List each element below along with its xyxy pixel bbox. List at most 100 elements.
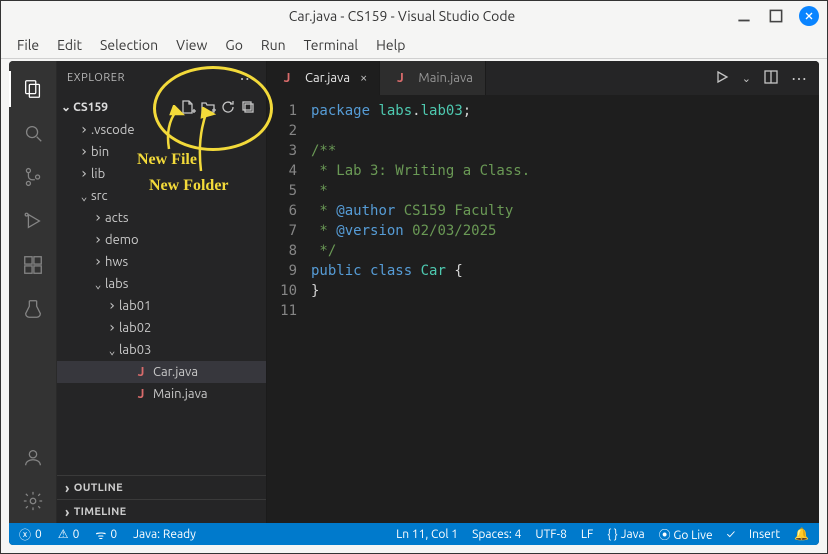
menu-terminal[interactable]: Terminal [296,35,367,55]
tree-item-label: lab03 [119,343,151,357]
tree-item-label: .vscode [91,123,135,137]
close-button[interactable] [799,6,819,26]
tree-item-label: lab01 [119,299,151,313]
menu-view[interactable]: View [168,35,215,55]
menu-go[interactable]: Go [217,35,250,55]
status-ports[interactable]: ᯤ 0 [95,526,117,543]
folder-labs[interactable]: labs [57,273,266,295]
tree-item-label: demo [105,233,139,247]
debug-activity-icon[interactable] [9,199,57,243]
tree-item-label: lab02 [119,321,151,335]
tree-item-label: lib [91,167,105,181]
status-insert[interactable]: Insert [749,528,780,541]
folder-lib[interactable]: lib [57,163,266,185]
menu-run[interactable]: Run [253,35,294,55]
settings-activity-icon[interactable] [9,479,57,523]
explorer-activity-icon[interactable] [9,67,57,111]
run-button[interactable] [714,69,730,88]
activity-bar [9,61,57,523]
tree-item-label: src [91,189,108,203]
java-file-icon: J [279,71,295,85]
run-dropdown-icon[interactable]: ⌄ [742,72,751,85]
menu-selection[interactable]: Selection [92,35,166,55]
status-java[interactable]: Java: Ready [133,528,196,541]
status-golive[interactable]: ⦿ Go Live [659,526,713,543]
folder-hws[interactable]: hws [57,251,266,273]
line-gutter: 1234567891011 [267,95,307,523]
status-bell-icon[interactable]: 🔔 [794,527,809,541]
menu-file[interactable]: File [9,35,47,55]
tree-item-label: Car.java [153,365,198,379]
chevron-down-icon[interactable] [77,190,91,203]
search-activity-icon[interactable] [9,111,57,155]
java-file-icon: J [133,365,149,379]
status-spaces[interactable]: Spaces: 4 [472,528,521,541]
chevron-right-icon[interactable] [77,122,91,138]
tab-car-java[interactable]: J Car.java × [267,61,380,95]
folder-acts[interactable]: acts [57,207,266,229]
tab-main-java[interactable]: J Main.java [380,61,486,95]
editor-more-icon[interactable]: ⋯ [791,69,807,88]
folder-lab03[interactable]: lab03 [57,339,266,361]
accounts-activity-icon[interactable] [9,435,57,479]
menu-edit[interactable]: Edit [49,35,90,55]
chevron-right-icon[interactable] [77,144,91,160]
folder-src[interactable]: src [57,185,266,207]
tree-item-label: bin [91,145,109,159]
chevron-down-icon[interactable] [61,100,71,114]
menu-help[interactable]: Help [368,35,413,55]
tab-bar: J Car.java × J Main.java ⌄ ⋯ [267,61,819,95]
explorer-more-icon[interactable]: ⋯ [239,69,256,88]
chevron-down-icon[interactable] [91,278,105,291]
scm-activity-icon[interactable] [9,155,57,199]
new-file-icon[interactable] [178,97,198,117]
java-file-icon: J [392,71,408,85]
timeline-section[interactable]: TIMELINE [57,499,266,523]
chevron-right-icon[interactable] [91,210,105,226]
new-folder-icon[interactable] [198,97,218,117]
chevron-right-icon[interactable] [91,232,105,248]
folder--vscode[interactable]: .vscode [57,119,266,141]
status-bar: ⓧ 0 ⚠ 0 ᯤ 0 Java: Ready Ln 11, Col 1 Spa… [9,523,819,545]
tree-item-label: Main.java [153,387,208,401]
file-tree: .vscode bin lib src acts demo hws labs lab01 lab0… [57,119,266,475]
folder-lab02[interactable]: lab02 [57,317,266,339]
explorer-sidebar: EXPLORER ⋯ CS159 .vscod [57,61,267,523]
tab-label: Car.java [305,71,350,85]
status-position[interactable]: Ln 11, Col 1 [396,528,458,541]
collapse-all-icon[interactable] [238,97,258,117]
chevron-right-icon[interactable] [91,254,105,270]
testing-activity-icon[interactable] [9,287,57,331]
refresh-icon[interactable] [218,97,238,117]
minimize-button[interactable] [735,7,753,25]
folder-lab01[interactable]: lab01 [57,295,266,317]
file-main-java[interactable]: JMain.java [57,383,266,405]
status-encoding[interactable]: UTF-8 [535,528,566,541]
maximize-button[interactable] [767,7,785,25]
code-editor[interactable]: 1234567891011 package labs.lab03; /** * … [267,95,819,523]
chevron-right-icon[interactable] [105,298,119,314]
outline-section[interactable]: OUTLINE [57,475,266,499]
status-eol[interactable]: LF [581,528,593,541]
chevron-right-icon[interactable] [77,166,91,182]
window-title: Car.java - CS159 - Visual Studio Code [69,8,735,24]
status-lang[interactable]: { } Java [607,528,644,541]
code-content[interactable]: package labs.lab03; /** * Lab 3: Writing… [307,95,819,523]
status-warnings[interactable]: ⚠ 0 [58,527,80,541]
extensions-activity-icon[interactable] [9,243,57,287]
file-car-java[interactable]: J Car.java [57,361,266,383]
tree-item-label: labs [105,277,128,291]
explorer-root[interactable]: CS159 [73,101,108,114]
chevron-right-icon[interactable] [105,320,119,336]
chevron-down-icon[interactable] [105,344,119,357]
app-area: EXPLORER ⋯ CS159 .vscod [9,61,819,545]
tree-item-label: acts [105,211,128,225]
status-errors[interactable]: ⓧ 0 [19,526,42,543]
folder-demo[interactable]: demo [57,229,266,251]
tab-label: Main.java [418,71,473,85]
tab-close-icon[interactable]: × [360,71,367,85]
split-editor-icon[interactable] [763,69,779,88]
status-check[interactable]: ✓ [727,528,735,541]
folder-bin[interactable]: bin [57,141,266,163]
window-titlebar: Car.java - CS159 - Visual Studio Code [1,1,827,31]
